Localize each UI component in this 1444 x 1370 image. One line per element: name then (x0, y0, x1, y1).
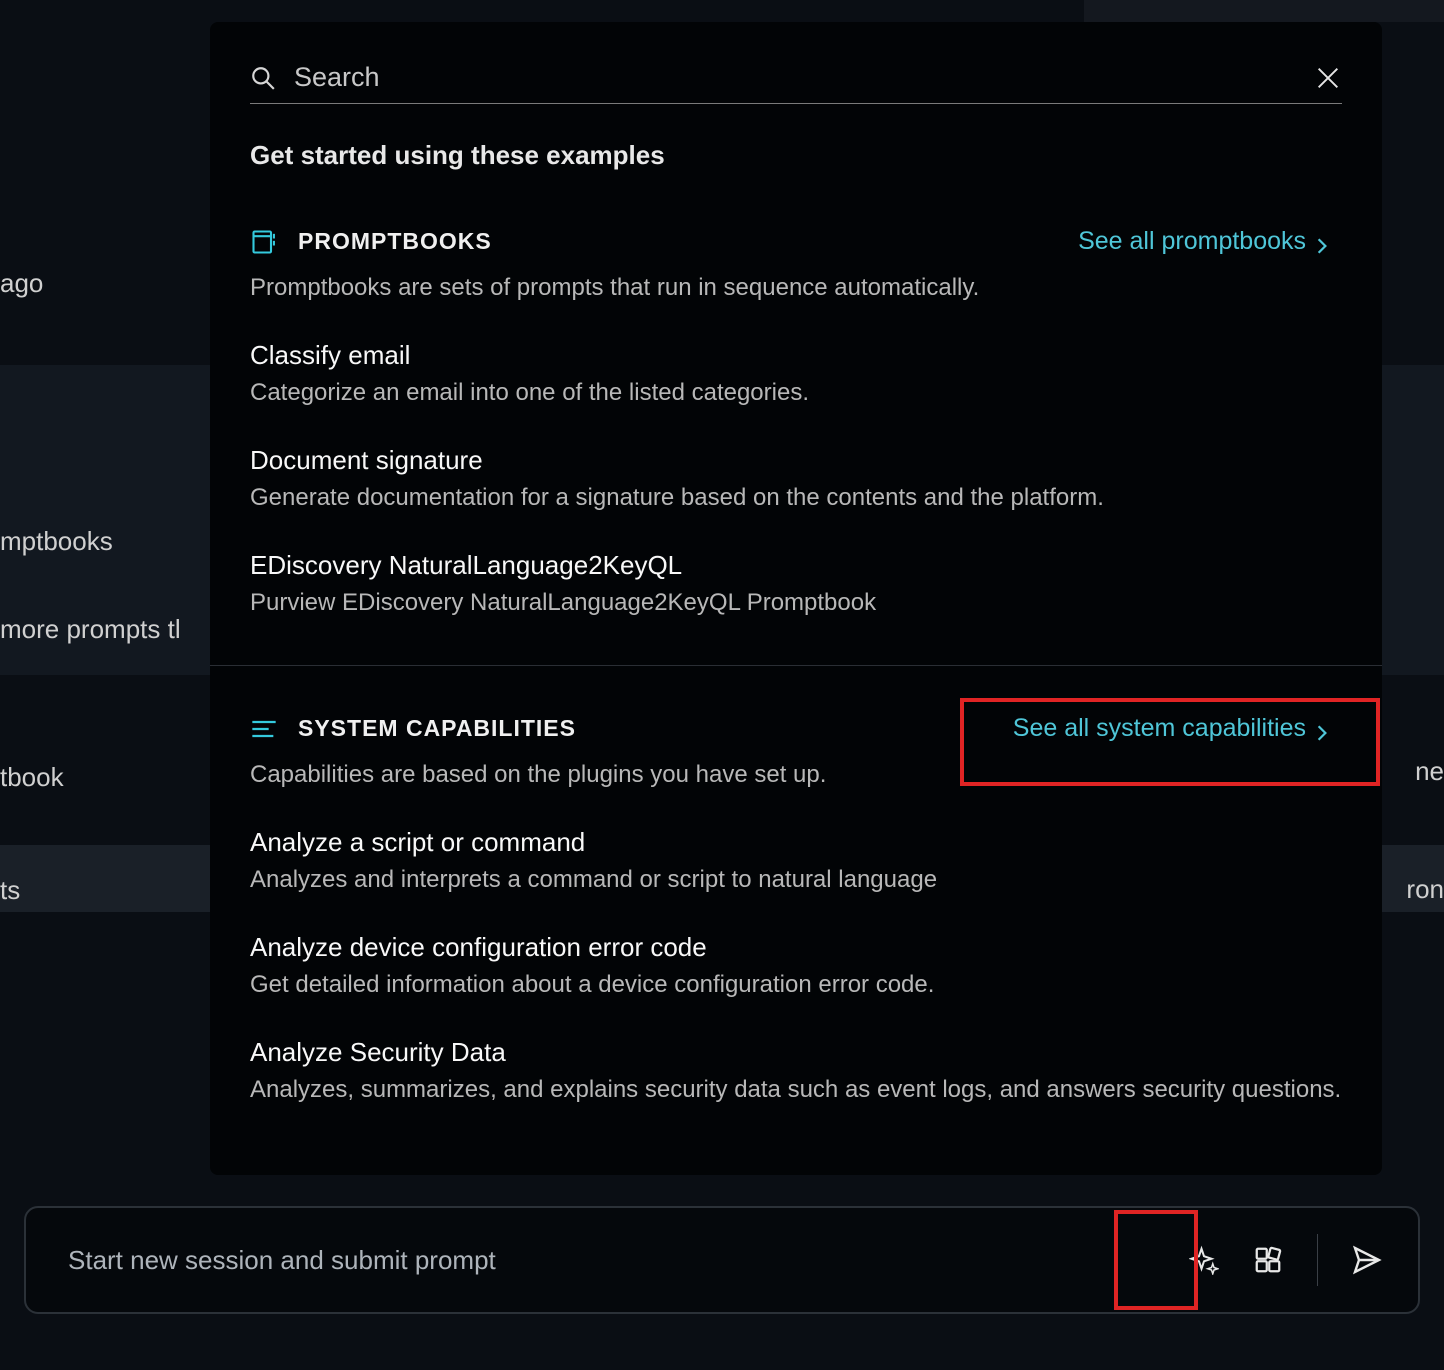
promptbook-item-title: EDiscovery NaturalLanguage2KeyQL (250, 550, 1342, 581)
promptbook-item[interactable]: EDiscovery NaturalLanguage2KeyQL Purview… (250, 550, 1342, 617)
see-all-promptbooks-label: See all promptbooks (1078, 227, 1306, 256)
promptbook-item-title: Document signature (250, 445, 1342, 476)
chevron-right-icon (1316, 720, 1328, 738)
promptbooks-description: Promptbooks are sets of prompts that run… (250, 274, 1342, 302)
bg-text-fragment: ron (1406, 874, 1444, 905)
sparkle-icon[interactable] (1183, 1239, 1225, 1281)
capability-item-title: Analyze device configuration error code (250, 932, 1342, 963)
apps-icon[interactable] (1247, 1239, 1289, 1281)
promptbook-item[interactable]: Classify email Categorize an email into … (250, 340, 1342, 407)
capabilities-icon (250, 715, 278, 743)
send-icon[interactable] (1346, 1239, 1388, 1281)
promptbook-icon (250, 228, 278, 256)
bg-decor (1084, 0, 1444, 22)
bg-text-fragment: mptbooks (0, 526, 113, 557)
capability-item-title: Analyze Security Data (250, 1037, 1342, 1068)
separator (1317, 1234, 1318, 1286)
search-row (250, 62, 1342, 104)
get-started-heading: Get started using these examples (250, 140, 1342, 171)
promptbook-item[interactable]: Document signature Generate documentatio… (250, 445, 1342, 512)
see-all-capabilities-label: See all system capabilities (1013, 714, 1306, 743)
bg-text-fragment: more prompts tl (0, 614, 181, 645)
capability-item-desc: Analyzes, summarizes, and explains secur… (250, 1076, 1342, 1104)
search-icon (250, 65, 276, 91)
bg-text-fragment: ne (1415, 756, 1444, 787)
prompt-bar (24, 1206, 1420, 1314)
promptbooks-title: PROMPTBOOKS (298, 228, 492, 255)
capability-item[interactable]: Analyze a script or command Analyzes and… (250, 827, 1342, 894)
capability-item[interactable]: Analyze Security Data Analyzes, summariz… (250, 1037, 1342, 1104)
chevron-right-icon (1316, 233, 1328, 251)
search-input[interactable] (294, 62, 1314, 93)
prompt-input[interactable] (68, 1245, 1183, 1276)
capabilities-title: SYSTEM CAPABILITIES (298, 715, 576, 742)
capabilities-header: SYSTEM CAPABILITIES See all system capab… (250, 706, 1342, 751)
capabilities-description: Capabilities are based on the plugins yo… (250, 761, 1342, 789)
see-all-promptbooks-link[interactable]: See all promptbooks (1064, 219, 1342, 264)
promptbook-item-desc: Purview EDiscovery NaturalLanguage2KeyQL… (250, 589, 1342, 617)
see-all-capabilities-link[interactable]: See all system capabilities (999, 706, 1342, 751)
bg-text-fragment: ts (0, 875, 20, 906)
close-icon[interactable] (1314, 64, 1342, 92)
bg-text-fragment: ago (0, 268, 43, 299)
promptbooks-header: PROMPTBOOKS See all promptbooks (250, 219, 1342, 264)
promptbook-item-title: Classify email (250, 340, 1342, 371)
prompt-actions (1183, 1234, 1388, 1286)
capability-item-desc: Get detailed information about a device … (250, 971, 1342, 999)
capability-item[interactable]: Analyze device configuration error code … (250, 932, 1342, 999)
section-divider (210, 665, 1382, 666)
promptbook-item-desc: Generate documentation for a signature b… (250, 484, 1342, 512)
capability-item-title: Analyze a script or command (250, 827, 1342, 858)
prompts-popup: Get started using these examples PROMPTB… (210, 22, 1382, 1175)
bg-text-fragment: tbook (0, 762, 64, 793)
promptbook-item-desc: Categorize an email into one of the list… (250, 379, 1342, 407)
capability-item-desc: Analyzes and interprets a command or scr… (250, 866, 1342, 894)
